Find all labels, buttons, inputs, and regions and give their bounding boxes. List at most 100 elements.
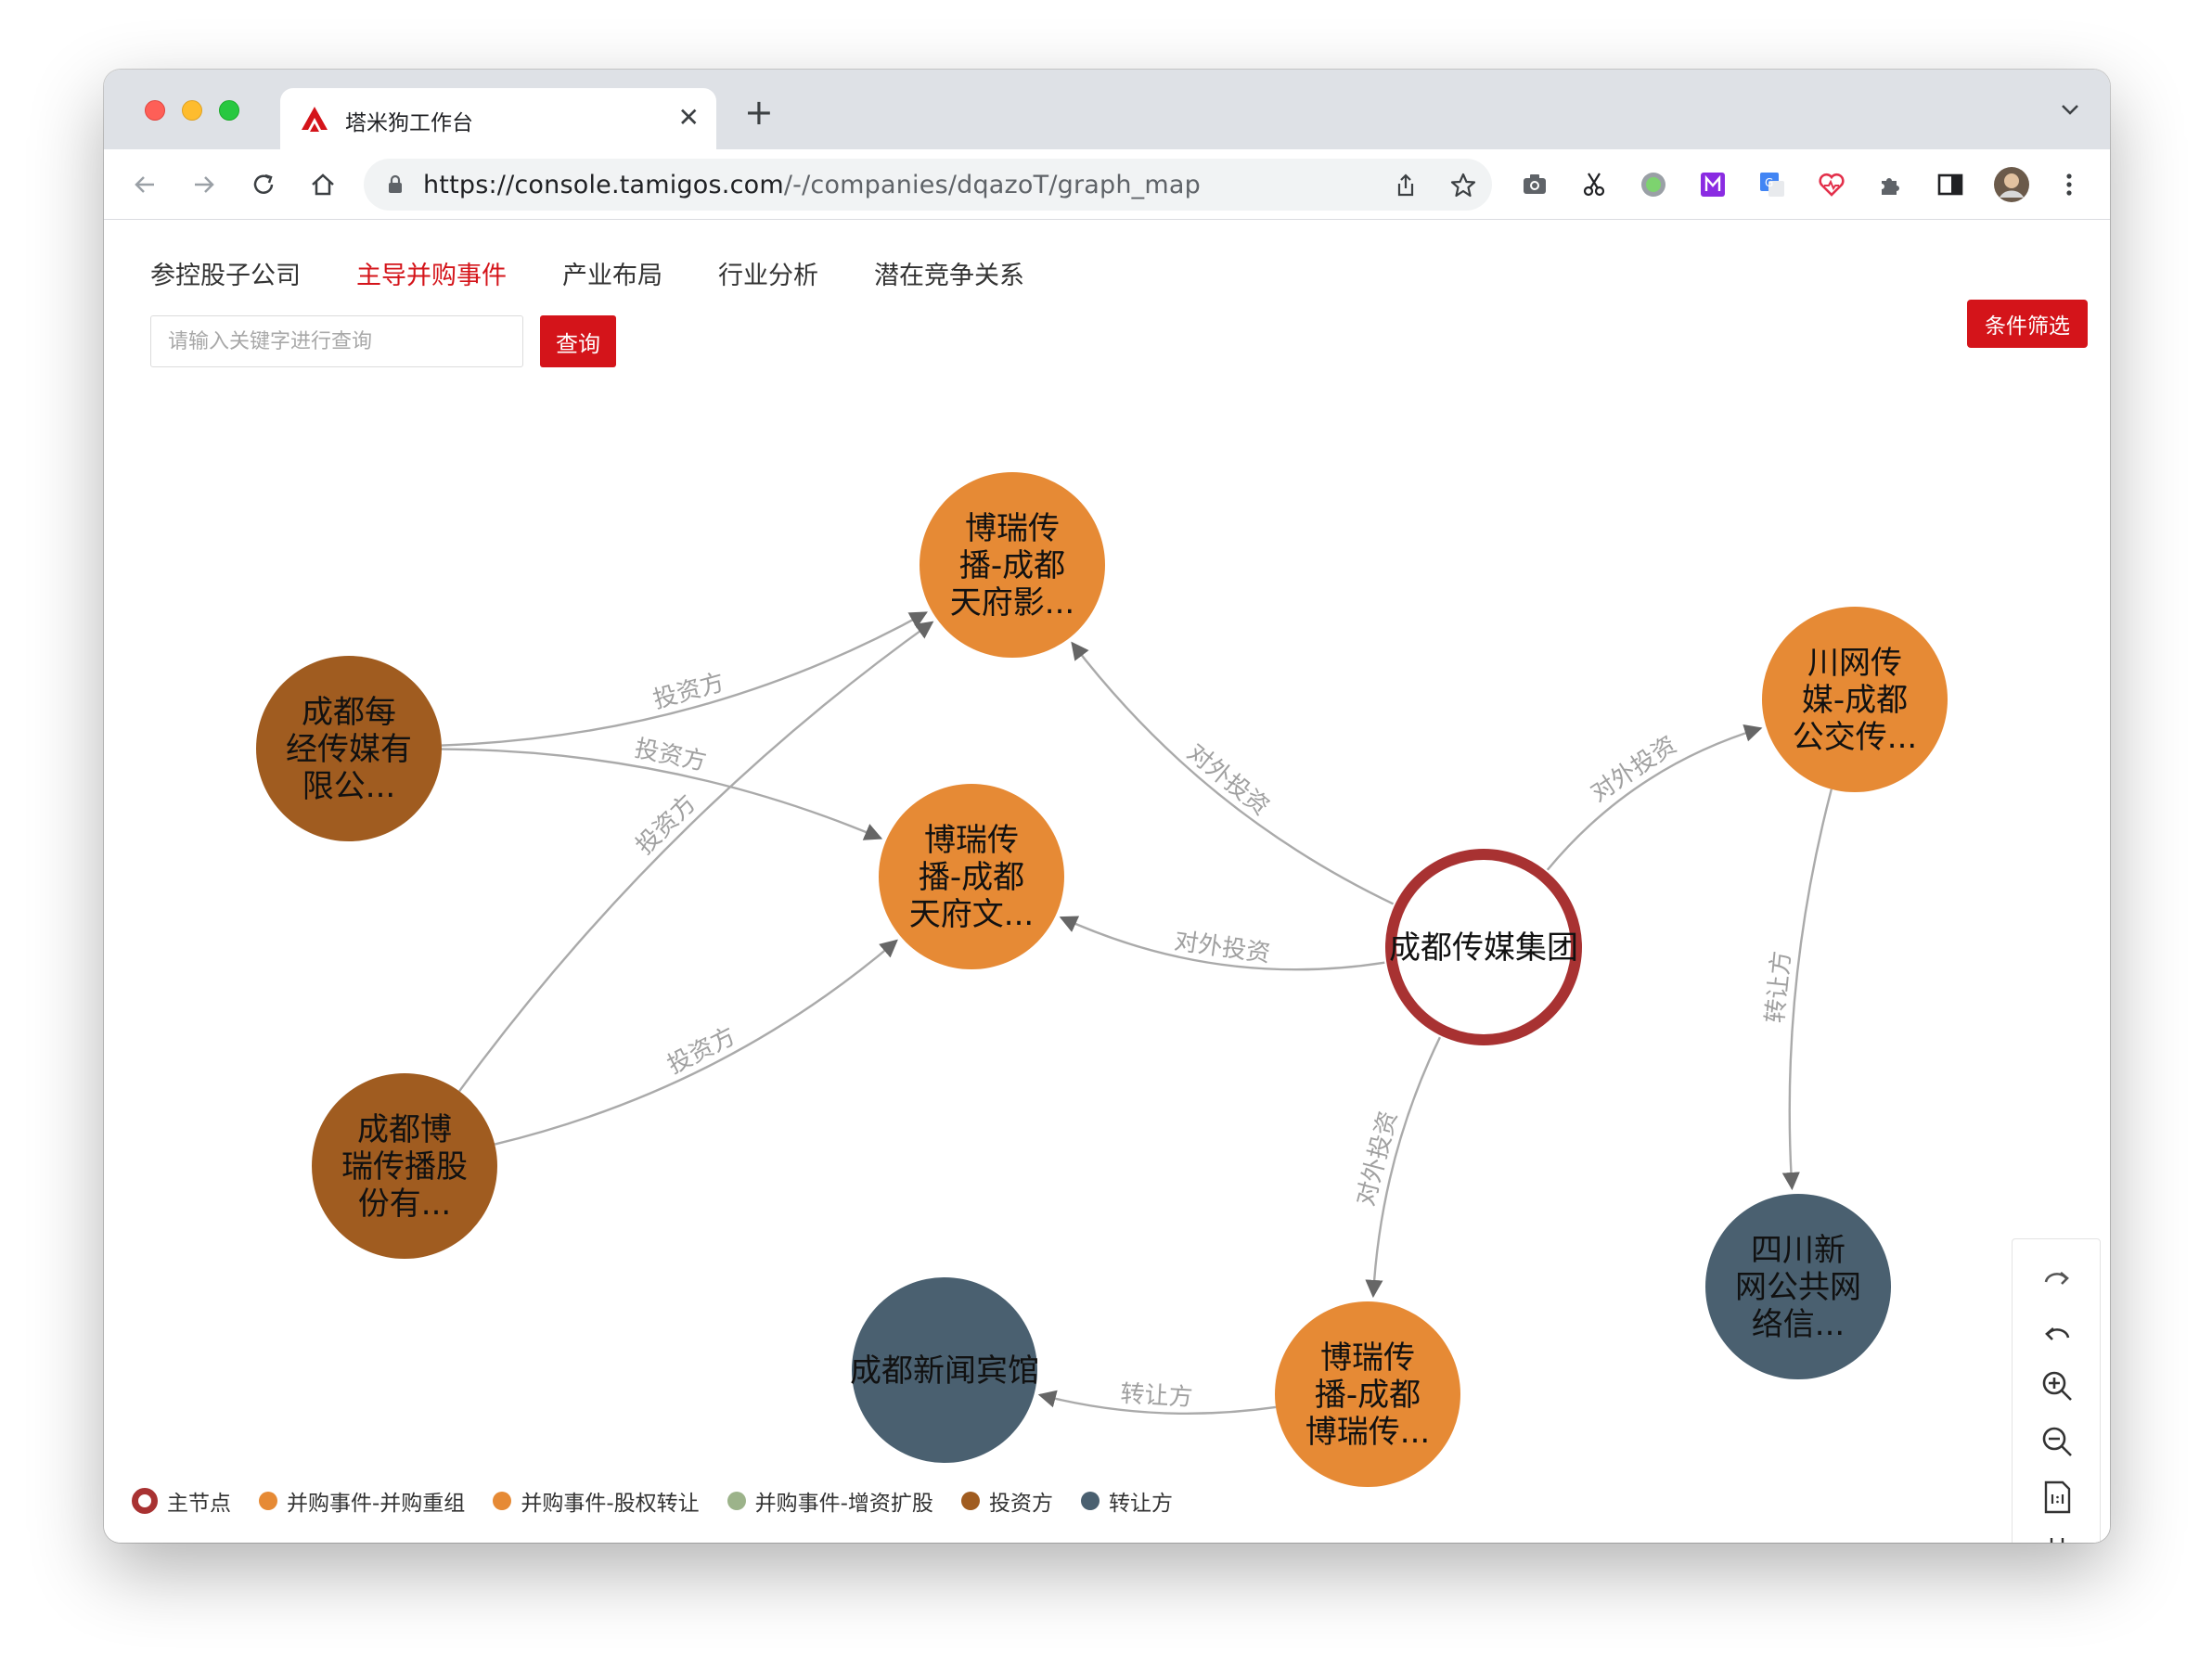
graph-node-label: 公交传... <box>1793 719 1917 756</box>
legend-dot-merger-restructure <box>259 1492 277 1510</box>
graph-node-label: 成都每 <box>302 694 396 731</box>
keyword-search-input[interactable] <box>150 315 523 367</box>
relationship-graph[interactable]: 投资方投资方投资方投资方对外投资对外投资对外投资对外投资转让方转让方 成都传媒集… <box>104 220 2110 1543</box>
legend-label: 主节点 <box>167 1492 231 1516</box>
search-button[interactable]: 查询 <box>540 315 616 367</box>
tab-search-chevron-icon[interactable] <box>2058 97 2082 122</box>
back-icon[interactable] <box>130 170 160 199</box>
graph-zoom-controls <box>2012 1238 2101 1543</box>
subnav-competitors[interactable]: 潜在竞争关系 <box>874 255 1024 291</box>
heart-extension-icon[interactable] <box>1817 170 1846 199</box>
share-icon[interactable] <box>1392 172 1420 199</box>
graph-node-label: 播-成都 <box>1315 1377 1421 1414</box>
filter-conditions-button[interactable]: 条件筛选 <box>1967 300 2088 348</box>
graph-node-b3[interactable]: 博瑞传播-成都博瑞传... <box>1275 1301 1460 1487</box>
subnav-industry-analysis[interactable]: 行业分析 <box>718 255 818 291</box>
graph-node-label: 博瑞传 <box>1320 1339 1415 1377</box>
graph-node-label: 成都博 <box>357 1111 452 1148</box>
new-tab-button[interactable]: + <box>744 94 774 131</box>
graph-edge-label: 投资方 <box>663 1022 740 1080</box>
tamigo-logo-icon <box>302 107 328 132</box>
maximize-window-button[interactable] <box>219 100 239 121</box>
legend-dot-transferor <box>1080 1492 1100 1510</box>
graph-node-label: 网公共网 <box>1735 1269 1861 1306</box>
graph-node-label: 四川新 <box>1751 1232 1845 1269</box>
undo-icon[interactable] <box>2038 1314 2076 1351</box>
graph-node-label: 天府影... <box>950 584 1074 622</box>
graph-node-b1[interactable]: 博瑞传播-成都天府影... <box>920 472 1105 658</box>
graph-node-cw[interactable]: 川网传媒-成都公交传... <box>1762 607 1948 792</box>
minimize-window-button[interactable] <box>182 100 202 121</box>
fit-view-icon[interactable] <box>2038 1534 2076 1543</box>
graph-node-mj[interactable]: 成都每经传媒有限公... <box>256 656 442 841</box>
legend-item-capital-increase[interactable]: 并购事件-增资扩股 <box>727 1485 933 1517</box>
graph-node-label: 份有... <box>358 1186 451 1223</box>
legend-label: 并购事件-增资扩股 <box>754 1492 933 1516</box>
graph-node-label: 限公... <box>302 768 395 805</box>
legend-item-equity-transfer[interactable]: 并购事件-股权转让 <box>493 1485 700 1517</box>
zoom-out-icon[interactable] <box>2038 1423 2076 1460</box>
graph-node-bg[interactable]: 成都新闻宾馆 <box>850 1277 1039 1463</box>
browser-tab[interactable]: 塔米狗工作台 ✕ <box>280 88 716 149</box>
legend-label: 并购事件-并购重组 <box>287 1492 466 1516</box>
camera-icon[interactable] <box>1520 170 1550 199</box>
green-dot-extension-icon[interactable] <box>1639 170 1668 199</box>
browser-toolbar: https://console.tamigos.com/-/companies/… <box>104 149 2110 220</box>
more-menu-icon[interactable] <box>2054 170 2084 199</box>
graph-edge-label: 对外投资 <box>1173 928 1272 968</box>
url-path: /-/companies/dqazoT/graph_map <box>783 171 1201 199</box>
graph-legend: 主节点 并购事件-并购重组 并购事件-股权转让 并购事件-增资扩股 投资方 转让… <box>132 1485 1173 1517</box>
translate-icon[interactable]: G <box>1757 170 1787 199</box>
browser-window: 塔米狗工作台 ✕ + https://console.tamigos.com/-… <box>104 70 2110 1543</box>
graph-node-label: 成都新闻宾馆 <box>850 1352 1039 1390</box>
tab-title: 塔米狗工作台 <box>345 111 473 135</box>
graph-edge-label: 投资方 <box>650 669 727 715</box>
close-tab-icon[interactable]: ✕ <box>678 101 700 135</box>
graph-node-main[interactable]: 成都传媒集团 <box>1385 849 1582 1045</box>
tab-strip: 塔米狗工作台 ✕ + <box>104 70 2110 149</box>
address-bar[interactable]: https://console.tamigos.com/-/companies/… <box>364 159 1492 211</box>
graph-edge-label: 转让方 <box>1762 950 1797 1025</box>
legend-dot-main <box>132 1488 158 1514</box>
graph-node-label: 博瑞传 <box>924 822 1019 859</box>
subnav-subsidiaries[interactable]: 参控股子公司 <box>150 255 301 291</box>
legend-dot-investor <box>960 1492 980 1510</box>
graph-node-sc[interactable]: 四川新网公共网络信... <box>1705 1194 1891 1379</box>
graph-edge-cw-sc[interactable] <box>1781 788 1833 1191</box>
graph-node-label: 络信... <box>1752 1306 1845 1343</box>
graph-node-label: 川网传 <box>1807 645 1902 682</box>
subnav-ma-events[interactable]: 主导并购事件 <box>356 255 507 291</box>
graph-node-label: 经传媒有 <box>286 731 412 768</box>
profile-avatar[interactable] <box>1993 166 2030 203</box>
zoom-in-icon[interactable] <box>2038 1367 2076 1404</box>
reload-icon[interactable] <box>249 170 278 199</box>
graph-node-label: 媒-成都 <box>1802 682 1908 719</box>
purple-extension-icon[interactable] <box>1698 170 1728 199</box>
page-content: 投资方 投资方 投资方 投资方 对外投资 对外投资 对外投资 对外投资 转让方 转让方 成都传媒集… <box>104 220 2110 1543</box>
sub-navigation: 参控股子公司 主导并购事件 产业布局 行业分析 潜在竞争关系 <box>150 255 1024 291</box>
actual-size-icon[interactable] <box>2038 1479 2076 1516</box>
forward-icon[interactable] <box>189 170 219 199</box>
legend-item-investor[interactable]: 投资方 <box>960 1485 1053 1517</box>
graph-node-label: 瑞传播股 <box>341 1148 468 1186</box>
graph-node-br[interactable]: 成都博瑞传播股份有... <box>312 1073 497 1259</box>
home-icon[interactable] <box>308 170 338 199</box>
close-window-button[interactable] <box>145 100 165 121</box>
legend-dot-capital-increase <box>727 1492 746 1510</box>
subnav-industry-layout[interactable]: 产业布局 <box>562 255 662 291</box>
scissors-icon[interactable] <box>1579 170 1609 199</box>
legend-dot-equity-transfer <box>493 1492 512 1510</box>
legend-item-transferor[interactable]: 转让方 <box>1080 1485 1173 1517</box>
graph-node-b2[interactable]: 博瑞传播-成都天府文... <box>879 784 1064 969</box>
url-host: https://console.tamigos.com <box>423 171 784 199</box>
graph-node-label: 播-成都 <box>919 859 1024 896</box>
graph-edge-label: 投资方 <box>632 735 708 776</box>
bookmark-star-icon[interactable] <box>1449 172 1477 199</box>
legend-label: 并购事件-股权转让 <box>521 1492 700 1516</box>
puzzle-extensions-icon[interactable] <box>1876 170 1906 199</box>
legend-item-main[interactable]: 主节点 <box>132 1485 231 1517</box>
side-panel-icon[interactable] <box>1936 170 1965 199</box>
legend-item-merger-restructure[interactable]: 并购事件-并购重组 <box>259 1485 465 1517</box>
redo-icon[interactable] <box>2038 1260 2076 1297</box>
graph-edge-label: 对外投资 <box>1182 738 1275 821</box>
